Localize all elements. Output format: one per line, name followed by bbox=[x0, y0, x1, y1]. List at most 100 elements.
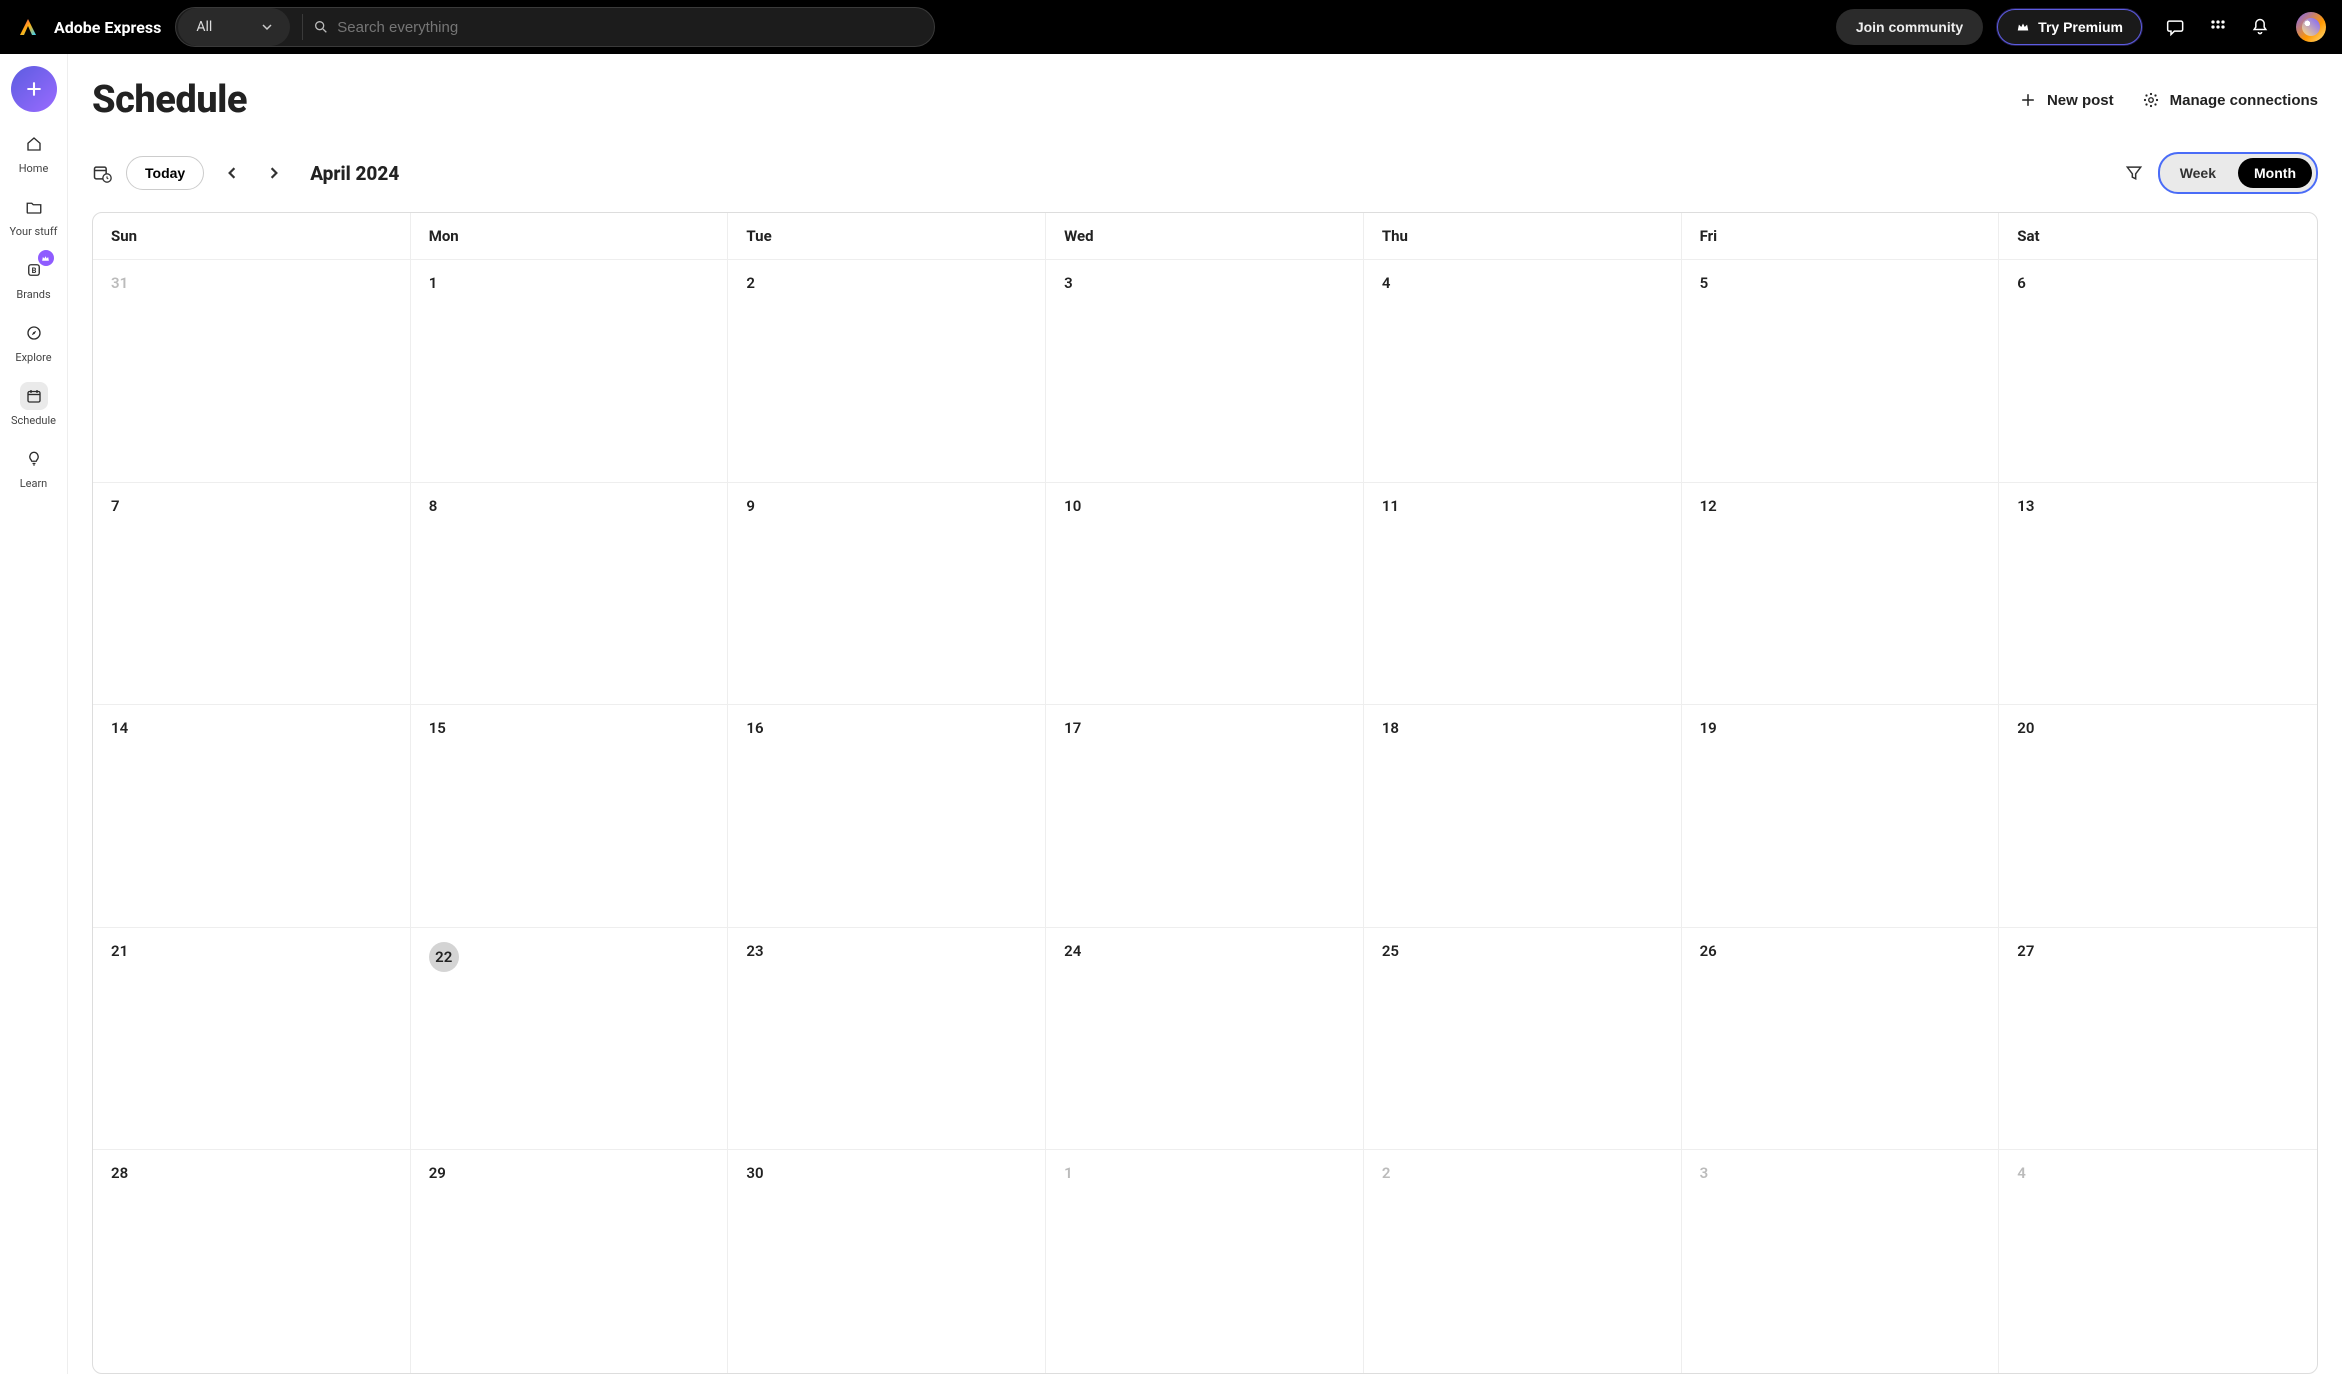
create-fab-button[interactable] bbox=[11, 66, 57, 112]
sidebar-item-label: Your stuff bbox=[9, 225, 57, 238]
calendar-day-cell[interactable]: 27 bbox=[1999, 928, 2317, 1151]
calendar-day-cell[interactable]: 23 bbox=[728, 928, 1046, 1151]
next-month-button[interactable] bbox=[260, 159, 288, 187]
day-number: 17 bbox=[1064, 719, 1081, 737]
bell-icon[interactable] bbox=[2250, 17, 2270, 37]
calendar-day-cell[interactable]: 2 bbox=[728, 260, 1046, 483]
day-number: 30 bbox=[746, 1164, 763, 1182]
calendar-week-row: 78 9 101112 13 bbox=[93, 483, 2317, 706]
crown-icon bbox=[2016, 20, 2030, 34]
sidebar-item-home[interactable]: Home bbox=[4, 130, 64, 175]
search-filter-label: All bbox=[196, 19, 212, 35]
new-post-button[interactable]: New post bbox=[2019, 91, 2114, 109]
day-number: 20 bbox=[2017, 719, 2034, 737]
calendar-day-cell[interactable]: 10 bbox=[1046, 483, 1364, 706]
chevron-right-icon bbox=[268, 167, 280, 179]
calendar-day-cell[interactable]: 7 bbox=[93, 483, 411, 706]
day-number: 19 bbox=[1700, 719, 1717, 737]
view-month-button[interactable]: Month bbox=[2238, 158, 2312, 188]
calendar-day-cell[interactable]: 13 bbox=[1999, 483, 2317, 706]
chat-icon[interactable] bbox=[2166, 17, 2186, 37]
day-number: 28 bbox=[111, 1164, 128, 1182]
calendar-week-row: 1415 16 17 18 19 20 bbox=[93, 705, 2317, 928]
compass-icon bbox=[25, 324, 43, 342]
calendar-day-cell[interactable]: 20 bbox=[1999, 705, 2317, 928]
divider bbox=[302, 14, 303, 40]
calendar-day-cell[interactable]: 16 bbox=[728, 705, 1046, 928]
calendar-day-cell[interactable]: 5 bbox=[1682, 260, 2000, 483]
view-week-button[interactable]: Week bbox=[2164, 158, 2232, 188]
calendar-day-cell[interactable]: 3 bbox=[1682, 1150, 2000, 1373]
dow-header: Sat bbox=[1999, 213, 2317, 260]
day-number: 16 bbox=[746, 719, 763, 737]
calendar-day-cell[interactable]: 4 bbox=[1364, 260, 1682, 483]
plus-icon bbox=[2019, 91, 2037, 109]
calendar-day-cell[interactable]: 9 bbox=[728, 483, 1046, 706]
premium-badge-icon bbox=[38, 250, 54, 266]
sidebar-item-schedule[interactable]: Schedule bbox=[4, 382, 64, 427]
topbar-icons bbox=[2166, 12, 2326, 42]
day-number: 27 bbox=[2017, 942, 2034, 960]
day-number: 3 bbox=[1700, 1164, 1709, 1182]
sidebar-item-explore[interactable]: Explore bbox=[4, 319, 64, 364]
calendar-day-cell[interactable]: 3 bbox=[1046, 260, 1364, 483]
calendar-day-cell[interactable]: 14 bbox=[93, 705, 411, 928]
filter-icon[interactable] bbox=[2124, 163, 2144, 183]
try-premium-label: Try Premium bbox=[2038, 19, 2123, 35]
calendar-day-cell[interactable]: 6 bbox=[1999, 260, 2317, 483]
prev-month-button[interactable] bbox=[218, 159, 246, 187]
day-number: 13 bbox=[2017, 497, 2034, 515]
calendar-day-cell[interactable]: 8 bbox=[411, 483, 729, 706]
calendar-day-cell[interactable]: 25 bbox=[1364, 928, 1682, 1151]
calendar-day-cell[interactable]: 30 bbox=[728, 1150, 1046, 1373]
left-rail: Home Your stuff B Brands Explore Schedul… bbox=[0, 54, 68, 1374]
try-premium-button[interactable]: Try Premium bbox=[1997, 9, 2142, 45]
calendar-clock-icon[interactable] bbox=[92, 163, 112, 183]
day-number: 1 bbox=[1064, 1164, 1073, 1182]
manage-connections-button[interactable]: Manage connections bbox=[2142, 91, 2318, 109]
lightbulb-icon bbox=[25, 450, 43, 468]
day-number: 21 bbox=[111, 942, 128, 960]
calendar-day-cell[interactable]: 1 bbox=[1046, 1150, 1364, 1373]
sidebar-item-brands[interactable]: B Brands bbox=[4, 256, 64, 301]
sidebar-item-label: Schedule bbox=[11, 414, 56, 427]
apps-grid-icon[interactable] bbox=[2208, 17, 2228, 37]
calendar-day-cell[interactable]: 17 bbox=[1046, 705, 1364, 928]
calendar-day-cell[interactable]: 29 bbox=[411, 1150, 729, 1373]
calendar-day-cell[interactable]: 4 bbox=[1999, 1150, 2317, 1373]
calendar-day-cell[interactable]: 2 bbox=[1364, 1150, 1682, 1373]
calendar-day-cell[interactable]: 15 bbox=[411, 705, 729, 928]
calendar-day-cell[interactable]: 12 bbox=[1682, 483, 2000, 706]
calendar-day-cell[interactable]: 26 bbox=[1682, 928, 2000, 1151]
search-input[interactable] bbox=[329, 19, 934, 36]
sidebar-item-learn[interactable]: Learn bbox=[4, 445, 64, 490]
chevron-down-icon bbox=[262, 22, 272, 32]
day-number: 4 bbox=[1382, 274, 1391, 292]
day-number: 9 bbox=[746, 497, 755, 515]
sidebar-item-label: Learn bbox=[20, 477, 48, 490]
dow-header: Thu bbox=[1364, 213, 1682, 260]
calendar-day-cell[interactable]: 22 bbox=[411, 928, 729, 1151]
calendar-day-cell[interactable]: 21 bbox=[93, 928, 411, 1151]
connections-icon bbox=[2142, 91, 2160, 109]
title-bar: Schedule New post Manage connections bbox=[92, 78, 2318, 122]
sidebar-item-your-stuff[interactable]: Your stuff bbox=[4, 193, 64, 238]
user-avatar[interactable] bbox=[2296, 12, 2326, 42]
today-button[interactable]: Today bbox=[126, 156, 204, 190]
calendar-day-cell[interactable]: 1 bbox=[411, 260, 729, 483]
search-filter-dropdown[interactable]: All bbox=[178, 8, 290, 46]
calendar-day-cell[interactable]: 24 bbox=[1046, 928, 1364, 1151]
calendar-day-cell[interactable]: 11 bbox=[1364, 483, 1682, 706]
calendar-day-cell[interactable]: 28 bbox=[93, 1150, 411, 1373]
calendar-day-cell[interactable]: 31 bbox=[93, 260, 411, 483]
sidebar-item-label: Explore bbox=[15, 351, 51, 364]
page-title: Schedule bbox=[92, 78, 247, 122]
calendar-day-cell[interactable]: 19 bbox=[1682, 705, 2000, 928]
sidebar-item-label: Brands bbox=[16, 288, 50, 301]
chevron-left-icon bbox=[226, 167, 238, 179]
join-community-button[interactable]: Join community bbox=[1836, 9, 1983, 45]
calendar-day-cell[interactable]: 18 bbox=[1364, 705, 1682, 928]
current-month-label: April 2024 bbox=[310, 162, 399, 185]
day-number: 8 bbox=[429, 497, 438, 515]
search-bar: All bbox=[175, 7, 935, 47]
